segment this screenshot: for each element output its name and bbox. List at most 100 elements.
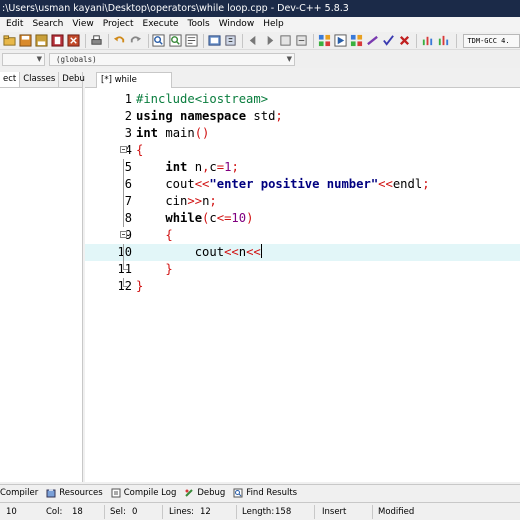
tab-while-loop-cpp[interactable]: [*] while loop.cpp: [96, 72, 172, 100]
toolbar-divider: [416, 33, 418, 48]
toolbar: TDM-GCC 4.: [0, 32, 520, 50]
find-results-icon: [233, 488, 243, 498]
indent-left-icon[interactable]: [247, 34, 260, 48]
code-text[interactable]: cout<<n<<: [136, 244, 262, 261]
fold-line: [120, 244, 129, 261]
save-all-icon[interactable]: [35, 34, 48, 48]
menu-execute[interactable]: Execute: [143, 17, 179, 32]
code-line[interactable]: 7 cin>>n;: [85, 193, 520, 210]
code-line[interactable]: 4 {: [85, 142, 520, 159]
menu-edit[interactable]: Edit: [6, 17, 23, 32]
compile-icon[interactable]: [318, 34, 331, 48]
code-line-current[interactable]: 10 cout<<n<<: [85, 244, 520, 261]
code-text[interactable]: using namespace std;: [136, 108, 283, 125]
code-line[interactable]: 9 {: [85, 227, 520, 244]
code-line[interactable]: 3 int main(): [85, 125, 520, 142]
code-text[interactable]: while(c<=10): [136, 210, 253, 227]
profile-chart-icon[interactable]: [421, 34, 434, 48]
code-text[interactable]: int main(): [136, 125, 209, 142]
code-text[interactable]: }: [136, 278, 143, 295]
menu-help[interactable]: Help: [263, 17, 284, 32]
compile-run-icon[interactable]: [350, 34, 363, 48]
status-divider: [104, 505, 105, 519]
status-length-label: Length:: [242, 507, 275, 517]
stop-icon[interactable]: [398, 34, 411, 48]
status-mode: Insert: [322, 507, 347, 517]
code-editor[interactable]: 1 #include<iostream> 2 using namespace s…: [85, 88, 520, 482]
tab-compile-log-label: Compile Log: [123, 488, 177, 498]
replace-icon[interactable]: [169, 34, 182, 48]
tab-compile-log[interactable]: Compile Log: [111, 488, 177, 498]
menu-view[interactable]: View: [72, 17, 93, 32]
code-line[interactable]: 6 cout<<"enter positive number"<<endl;: [85, 176, 520, 193]
title-bar: :\Users\usman kayani\Desktop\operators\w…: [0, 0, 520, 17]
line-number: 2: [124, 109, 132, 123]
code-text[interactable]: {: [136, 142, 143, 159]
fold-end: [120, 261, 129, 278]
fold-line: [120, 210, 129, 227]
save-icon[interactable]: [19, 34, 32, 48]
code-line[interactable]: 1 #include<iostream>: [85, 91, 520, 108]
fold-toggle-icon[interactable]: [120, 227, 129, 244]
tab-debug-label: Debug: [197, 488, 226, 498]
tab-resources[interactable]: Resources: [46, 488, 103, 498]
code-text[interactable]: cin>>n;: [136, 193, 216, 210]
tab-classes[interactable]: Classes: [20, 72, 60, 87]
status-divider: [314, 505, 315, 519]
status-sel-value: 0: [132, 507, 138, 517]
rebuild-icon[interactable]: [366, 34, 379, 48]
status-lines-label: Lines:: [169, 507, 195, 517]
tab-project[interactable]: ect: [0, 72, 21, 87]
code-line[interactable]: 12 }: [85, 278, 520, 295]
tab-compiler[interactable]: Compiler: [0, 488, 38, 498]
compiler-select[interactable]: TDM-GCC 4.: [463, 33, 520, 48]
print-icon[interactable]: [90, 34, 103, 48]
tab-find-results[interactable]: Find Results: [233, 488, 297, 498]
code-text[interactable]: int n,c=1;: [136, 159, 238, 176]
status-sel-label: Sel:: [110, 507, 126, 517]
uncomment-icon[interactable]: [295, 34, 308, 48]
scope-combo[interactable]: (globals) ▼: [49, 53, 295, 66]
bookmark-icon[interactable]: [224, 34, 237, 48]
tab-debug[interactable]: Debug: [184, 488, 225, 498]
class-combo[interactable]: ▼: [2, 53, 45, 66]
undo-icon[interactable]: [113, 34, 126, 48]
window-title: :\Users\usman kayani\Desktop\operators\w…: [2, 3, 349, 14]
menu-search[interactable]: Search: [32, 17, 63, 32]
chevron-down-icon: ▼: [286, 55, 292, 63]
code-text[interactable]: #include<iostream>: [136, 91, 268, 108]
close-all-icon[interactable]: [67, 34, 80, 48]
open-project-icon[interactable]: [3, 34, 16, 48]
editor-tabs: [*] while loop.cpp: [85, 72, 520, 100]
chevron-down-icon: ▼: [36, 55, 42, 63]
tab-resources-label: Resources: [59, 488, 103, 498]
goto-line-icon[interactable]: [185, 34, 198, 48]
status-length-value: 158: [275, 507, 292, 517]
find-icon[interactable]: [152, 34, 166, 48]
run-icon[interactable]: [334, 34, 347, 48]
project-options-icon[interactable]: [208, 34, 221, 48]
code-text[interactable]: cout<<"enter positive number"<<endl;: [136, 176, 429, 193]
code-line[interactable]: 11 }: [85, 261, 520, 278]
code-line[interactable]: 2 using namespace std;: [85, 108, 520, 125]
close-file-icon[interactable]: [51, 34, 64, 48]
check-syntax-icon[interactable]: [382, 34, 395, 48]
delete-profile-icon[interactable]: [437, 34, 450, 48]
fold-toggle-icon[interactable]: [120, 142, 129, 159]
code-line[interactable]: 5 int n,c=1;: [85, 159, 520, 176]
fold-line: [120, 159, 129, 176]
code-line[interactable]: 8 while(c<=10): [85, 210, 520, 227]
redo-icon[interactable]: [129, 34, 142, 48]
toggle-comment-icon[interactable]: [279, 34, 292, 48]
text-cursor: [260, 244, 262, 258]
code-text[interactable]: {: [136, 227, 172, 244]
toolbar-divider: [241, 33, 243, 48]
fold-line: [120, 193, 129, 210]
code-text[interactable]: }: [136, 261, 172, 278]
menu-window[interactable]: Window: [219, 17, 255, 32]
status-line-value: 10: [6, 507, 17, 517]
menu-tools[interactable]: Tools: [188, 17, 210, 32]
status-divider: [236, 505, 237, 519]
indent-right-icon[interactable]: [263, 34, 276, 48]
menu-project[interactable]: Project: [103, 17, 134, 32]
